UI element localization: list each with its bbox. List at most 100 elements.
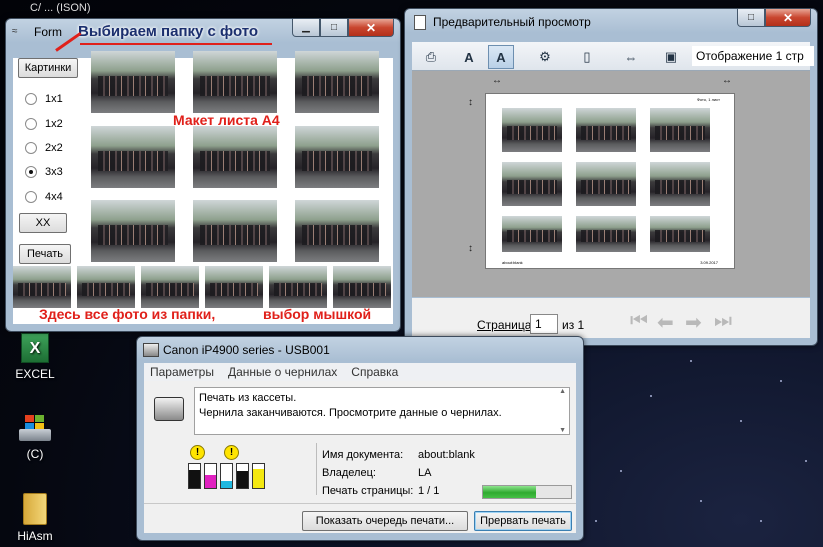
minimize-button[interactable]: ▁: [292, 19, 320, 37]
ink-level-fill: [205, 474, 216, 488]
ink-cartridge: [252, 463, 265, 489]
print-icon[interactable]: ⎙: [418, 45, 444, 69]
form-body: Картинки 1x1 1x2 2x2 3x3 4x4 XX Печать М…: [13, 51, 393, 324]
page-photo: [650, 216, 710, 252]
margin-handle-icon[interactable]: ↔: [722, 75, 732, 86]
owner-value: LA: [418, 467, 432, 479]
ink-warning-icon: !: [190, 445, 205, 460]
layout-radio-2x2[interactable]: 2x2: [25, 142, 63, 154]
close-icon: ✕: [782, 10, 794, 25]
doc-name-label: Имя документа:: [322, 449, 404, 461]
layout-photo[interactable]: [295, 51, 379, 113]
excel-icon: X: [21, 333, 49, 363]
preview-titlebar[interactable]: Предварительный просмотр □ ✕: [405, 9, 817, 35]
layout-photo[interactable]: [295, 200, 379, 262]
thumbnail[interactable]: [205, 266, 263, 308]
page-number-input[interactable]: 1: [530, 314, 558, 334]
thumbnail[interactable]: [13, 266, 71, 308]
page-header-text: Фото, 1 лист: [696, 97, 720, 102]
preview-title: Предварительный просмотр: [433, 15, 591, 29]
next-page-icon[interactable]: ➡: [685, 310, 702, 335]
owner-label: Владелец:: [322, 467, 376, 479]
margin-handle-icon[interactable]: ↕: [468, 97, 473, 108]
page-total: из 1: [562, 318, 585, 332]
ink-cartridge: [204, 463, 217, 489]
printer-titlebar[interactable]: Canon iP4900 series - USB001: [137, 337, 583, 363]
maximize-button[interactable]: □: [320, 19, 348, 37]
scroll-up-icon[interactable]: ▲: [559, 388, 566, 395]
last-page-icon[interactable]: ⏭: [714, 310, 732, 333]
margin-handle-icon[interactable]: ↔: [492, 75, 502, 86]
printer-window: Canon iP4900 series - USB001 Параметры Д…: [136, 336, 584, 541]
cancel-print-button[interactable]: Прервать печать: [474, 511, 572, 531]
first-page-icon[interactable]: ⏮: [630, 310, 648, 333]
separator: [316, 443, 317, 495]
page-photo: [502, 162, 562, 206]
printer-app-icon: [143, 343, 159, 357]
thumbnail[interactable]: [333, 266, 391, 308]
font-a-large-icon[interactable]: A: [488, 45, 514, 69]
preview-window: Предварительный просмотр □ ✕ ⎙ A A ⚙ ▯ ⇔…: [404, 8, 818, 346]
print-button[interactable]: Печать: [19, 244, 71, 264]
menu-help[interactable]: Справка: [351, 363, 398, 381]
font-a-icon[interactable]: A: [456, 45, 482, 69]
thumbnail[interactable]: [77, 266, 135, 308]
margin-handle-icon[interactable]: ↕: [468, 243, 473, 254]
thumbnail[interactable]: [141, 266, 199, 308]
page-photo: [650, 162, 710, 206]
close-button[interactable]: ✕: [765, 9, 811, 27]
scroll-down-icon[interactable]: ▼: [559, 427, 566, 434]
layout-photo[interactable]: [295, 126, 379, 188]
status-line-2: Чернила заканчиваются. Просмотрите данны…: [199, 407, 502, 419]
desktop-icon-label: HiAsm: [17, 529, 53, 543]
ink-cartridge: [188, 463, 201, 489]
desktop-icon-drive[interactable]: (C): [10, 415, 60, 461]
fit-width-icon[interactable]: ⇔: [618, 45, 644, 69]
document-icon: [414, 15, 426, 30]
page-photo: [576, 216, 636, 252]
folder-icon: [23, 493, 47, 525]
layout-radio-3x3[interactable]: 3x3: [25, 166, 63, 178]
maximize-icon: □: [747, 12, 755, 23]
printer-device-icon: [154, 397, 184, 421]
page-label: Страница: [477, 318, 532, 332]
ink-level-fill: [221, 480, 232, 488]
fit-page-icon[interactable]: ▣: [658, 45, 684, 69]
menu-ink-data[interactable]: Данные о чернилах: [228, 363, 337, 381]
status-message-box: Печать из кассеты. Чернила заканчиваются…: [194, 387, 570, 435]
preview-canvas: ↔ ↔ ↕ ↕ Фото, 1 лист about:blank 3.09.20…: [412, 71, 810, 297]
annotation-underline: [80, 43, 272, 45]
desktop-icon-folder[interactable]: HiAsm: [10, 493, 60, 543]
layout-photo[interactable]: [91, 51, 175, 113]
layout-photo[interactable]: [193, 200, 277, 262]
close-button[interactable]: ✕: [348, 19, 394, 37]
annotation-title: Выбираем папку с фото: [78, 23, 259, 40]
thumbnail[interactable]: [269, 266, 327, 308]
layout-radio-1x2[interactable]: 1x2: [25, 118, 63, 130]
desktop-icon-excel[interactable]: X EXCEL: [10, 333, 60, 381]
maximize-icon: □: [330, 22, 338, 33]
xx-button[interactable]: XX: [19, 213, 67, 233]
ink-cartridge: [220, 463, 233, 489]
printer-title: Canon iP4900 series - USB001: [163, 343, 330, 357]
menu-parameters[interactable]: Параметры: [150, 363, 214, 381]
settings-gear-icon[interactable]: ⚙: [532, 45, 558, 69]
minimize-icon: ▁: [302, 22, 310, 33]
layout-radio-1x1[interactable]: 1x1: [25, 93, 63, 105]
layout-photo[interactable]: [91, 126, 175, 188]
printer-menubar: Параметры Данные о чернилах Справка: [144, 363, 576, 381]
page-portrait-icon[interactable]: ▯: [574, 45, 600, 69]
show-queue-button[interactable]: Показать очередь печати...: [302, 511, 468, 531]
layout-radio-4x4[interactable]: 4x4: [25, 191, 63, 203]
maximize-button[interactable]: □: [737, 9, 765, 27]
layout-photo[interactable]: [193, 126, 277, 188]
display-mode-dropdown[interactable]: Отображение 1 стр: [692, 46, 814, 66]
page-footer-left: about:blank: [502, 260, 523, 265]
desktop-top-label: C/ ... (ISON): [30, 2, 91, 14]
pictures-button[interactable]: Картинки: [18, 58, 78, 78]
prev-page-icon[interactable]: ⬅: [657, 310, 674, 335]
ink-level-fill: [253, 468, 264, 488]
form-titlebar[interactable]: ≈ Form Выбираем папку с фото ▁ □ ✕: [6, 19, 400, 52]
layout-photo[interactable]: [193, 51, 277, 113]
layout-photo[interactable]: [91, 200, 175, 262]
